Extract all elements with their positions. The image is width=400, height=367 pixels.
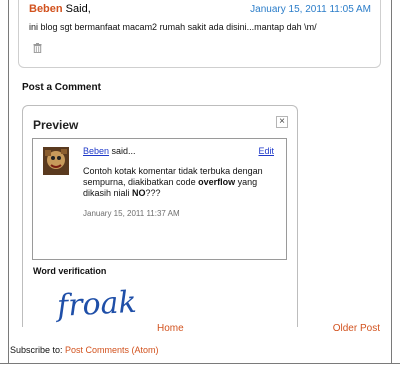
captcha-image: froak xyxy=(53,280,173,326)
preview-author-line: Beben said... xyxy=(83,146,136,156)
preview-text-bold: overflow xyxy=(198,177,236,187)
comment-preview-panel: Preview × Beben said... Edit Contoh kota… xyxy=(22,105,298,327)
subscribe-label: Subscribe to: xyxy=(10,345,66,355)
word-verification-label: Word verification xyxy=(33,266,107,276)
preview-text-part: ??? xyxy=(145,188,161,198)
home-link[interactable]: Home xyxy=(157,323,184,334)
preview-timestamp: January 15, 2011 11:37 AM xyxy=(83,209,180,218)
trash-icon[interactable] xyxy=(33,43,42,53)
preview-comment-text: Contoh kotak komentar tidak terbuka deng… xyxy=(83,166,273,199)
post-comment-heading: Post a Comment xyxy=(22,82,101,93)
close-icon[interactable]: × xyxy=(276,116,288,128)
comment-body: ini blog sgt bermanfaat macam2 rumah sak… xyxy=(29,22,317,32)
preview-said-label: said... xyxy=(109,146,136,156)
comment-said-label: Said, xyxy=(62,3,91,15)
preview-author-link[interactable]: Beben xyxy=(83,146,109,156)
comment-item: Beben Said, January 15, 2011 11:05 AM in… xyxy=(18,0,381,68)
preview-comment-box: Beben said... Edit Contoh kotak komentar… xyxy=(32,138,287,260)
preview-text-bold: NO xyxy=(132,188,146,198)
avatar xyxy=(43,147,69,175)
comment-timestamp-link[interactable]: January 15, 2011 11:05 AM xyxy=(250,4,371,15)
older-post-link[interactable]: Older Post xyxy=(333,323,380,334)
captcha-word: froak xyxy=(54,285,137,324)
subscribe-atom-link[interactable]: Post Comments (Atom) xyxy=(65,345,159,355)
edit-link[interactable]: Edit xyxy=(258,146,274,156)
subscribe-line: Subscribe to: Post Comments (Atom) xyxy=(10,345,159,355)
comment-header: Beben Said, xyxy=(29,3,91,15)
bottom-divider xyxy=(0,363,400,364)
comment-author-link[interactable]: Beben xyxy=(29,3,63,15)
preview-title: Preview xyxy=(33,118,79,132)
